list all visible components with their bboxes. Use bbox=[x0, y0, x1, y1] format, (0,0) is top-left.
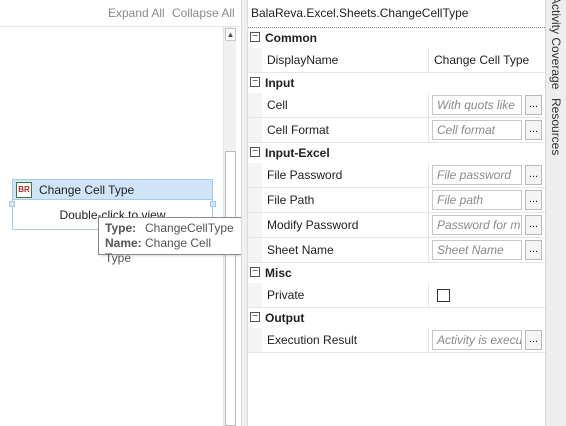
row-gutter bbox=[248, 213, 262, 237]
modify-password-ellipsis-button[interactable]: ... bbox=[525, 215, 542, 235]
modify-password-input[interactable]: Password for m bbox=[432, 215, 522, 235]
properties-title: BalaReva.Excel.Sheets.ChangeCellType bbox=[251, 6, 469, 20]
property-row-file-password: File Password File password ... bbox=[248, 163, 545, 188]
resize-handle-left[interactable] bbox=[9, 201, 15, 207]
row-gutter bbox=[248, 238, 262, 262]
execution-result-input[interactable]: Activity is execu bbox=[432, 330, 522, 350]
collapse-all-link[interactable]: Collapse All bbox=[172, 6, 235, 20]
property-name: Modify Password bbox=[267, 218, 359, 232]
property-name: File Path bbox=[267, 193, 315, 207]
column-divider bbox=[428, 188, 429, 212]
column-divider bbox=[428, 93, 429, 117]
tab-activity-coverage[interactable]: Activity Coverage bbox=[549, 0, 563, 89]
property-row-cell-format: Cell Format Cell format ... bbox=[248, 118, 545, 143]
category-label: Common bbox=[265, 31, 317, 45]
collapse-icon[interactable]: − bbox=[250, 32, 260, 42]
column-divider bbox=[428, 213, 429, 237]
row-gutter bbox=[248, 93, 262, 117]
file-path-ellipsis-button[interactable]: ... bbox=[525, 190, 542, 210]
row-gutter bbox=[248, 163, 262, 187]
resize-handle-right[interactable] bbox=[210, 201, 216, 207]
cell-input[interactable]: With quots like bbox=[432, 95, 522, 115]
designer-toolbar: Expand All Collapse All bbox=[0, 0, 241, 27]
category-label: Misc bbox=[265, 266, 292, 280]
collapse-icon[interactable]: − bbox=[250, 267, 260, 277]
collapse-icon[interactable]: − bbox=[250, 147, 260, 157]
activity-tooltip: Type: ChangeCellType Name: Change Cell Typ… bbox=[98, 217, 242, 265]
collapse-icon[interactable]: − bbox=[250, 77, 260, 87]
property-row-execution-result: Execution Result Activity is execu ... bbox=[248, 328, 545, 353]
sheet-name-input[interactable]: Sheet Name bbox=[432, 240, 522, 260]
category-misc[interactable]: − Misc bbox=[248, 263, 545, 283]
row-gutter bbox=[248, 48, 262, 72]
tab-resources[interactable]: Resources bbox=[549, 98, 563, 155]
property-row-file-path: File Path File path ... bbox=[248, 188, 545, 213]
column-divider bbox=[428, 283, 429, 307]
scrollbar-thumb[interactable] bbox=[225, 151, 236, 426]
property-row-cell: Cell With quots like ... bbox=[248, 93, 545, 118]
category-common[interactable]: − Common bbox=[248, 28, 545, 48]
expand-all-link[interactable]: Expand All bbox=[108, 6, 165, 20]
column-divider bbox=[428, 48, 429, 72]
activity-title: Change Cell Type bbox=[39, 183, 135, 197]
activity-header[interactable]: BR Change Cell Type bbox=[13, 180, 212, 200]
column-divider bbox=[428, 118, 429, 142]
property-grid: − Common DisplayName Change Cell Type − … bbox=[248, 27, 545, 353]
cell-ellipsis-button[interactable]: ... bbox=[525, 95, 542, 115]
activity-logo-icon: BR bbox=[16, 182, 32, 198]
row-gutter bbox=[248, 118, 262, 142]
designer-panel: Expand All Collapse All ▲ BR Change Cell… bbox=[0, 0, 242, 426]
category-label: Input bbox=[265, 76, 295, 90]
scroll-up-arrow-icon[interactable]: ▲ bbox=[225, 28, 236, 41]
category-label: Input-Excel bbox=[265, 146, 330, 160]
property-row-private: Private bbox=[248, 283, 545, 308]
file-path-input[interactable]: File path bbox=[432, 190, 522, 210]
property-row-modify-password: Modify Password Password for m ... bbox=[248, 213, 545, 238]
category-label: Output bbox=[265, 311, 305, 325]
displayname-value[interactable]: Change Cell Type bbox=[434, 53, 529, 67]
category-output[interactable]: − Output bbox=[248, 308, 545, 328]
property-name: DisplayName bbox=[267, 53, 339, 67]
tooltip-type-value: ChangeCellType bbox=[145, 221, 234, 235]
property-name: Cell Format bbox=[267, 123, 330, 137]
property-name: Cell bbox=[267, 98, 288, 112]
property-name: File Password bbox=[267, 168, 343, 182]
execution-result-ellipsis-button[interactable]: ... bbox=[525, 330, 542, 350]
file-password-ellipsis-button[interactable]: ... bbox=[525, 165, 542, 185]
private-checkbox[interactable] bbox=[437, 289, 450, 302]
cell-format-input[interactable]: Cell format bbox=[432, 120, 522, 140]
row-gutter bbox=[248, 328, 262, 352]
row-gutter bbox=[248, 283, 262, 307]
cell-format-ellipsis-button[interactable]: ... bbox=[525, 120, 542, 140]
properties-panel: BalaReva.Excel.Sheets.ChangeCellType − C… bbox=[248, 0, 545, 426]
tooltip-type-key: Type: bbox=[105, 221, 137, 235]
category-input[interactable]: − Input bbox=[248, 73, 545, 93]
collapse-icon[interactable]: − bbox=[250, 312, 260, 322]
category-input-excel[interactable]: − Input-Excel bbox=[248, 143, 545, 163]
file-password-input[interactable]: File password bbox=[432, 165, 522, 185]
side-tab-strip: Activity Coverage Resources bbox=[545, 0, 566, 426]
column-divider bbox=[428, 238, 429, 262]
property-name: Sheet Name bbox=[267, 243, 334, 257]
property-row-displayname: DisplayName Change Cell Type bbox=[248, 48, 545, 73]
column-divider bbox=[428, 328, 429, 352]
row-gutter bbox=[248, 188, 262, 212]
property-name: Private bbox=[267, 288, 305, 302]
tooltip-name-key: Name: bbox=[105, 236, 142, 250]
property-name: Execution Result bbox=[267, 333, 358, 347]
sheet-name-ellipsis-button[interactable]: ... bbox=[525, 240, 542, 260]
column-divider bbox=[428, 163, 429, 187]
property-row-sheet-name: Sheet Name Sheet Name ... bbox=[248, 238, 545, 263]
panel-splitter[interactable] bbox=[241, 0, 248, 426]
